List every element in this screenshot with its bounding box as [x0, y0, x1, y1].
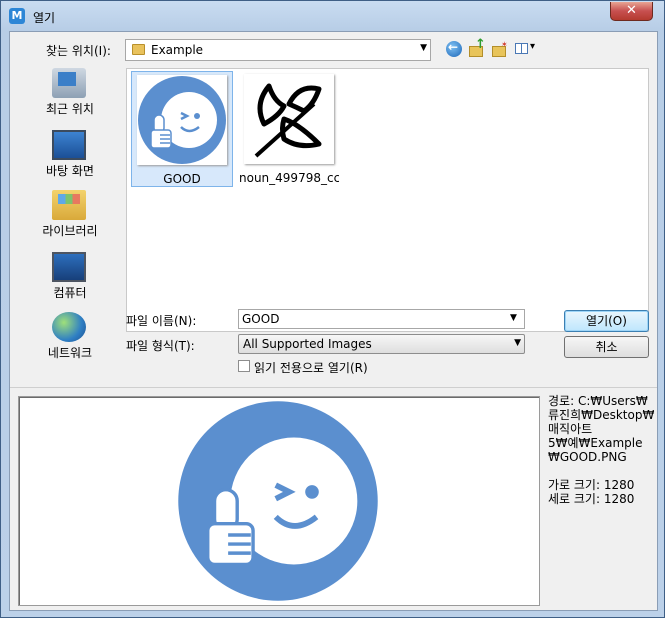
wink-thumbs-up-icon: [178, 401, 378, 601]
place-desktop[interactable]: 바탕 화면: [22, 130, 118, 188]
file-type-value: All Supported Images: [243, 337, 372, 351]
image-preview: [18, 396, 540, 606]
look-in-value: Example: [151, 43, 204, 57]
info-height: 세로 크기: 1280: [548, 492, 635, 506]
chevron-down-icon[interactable]: ▼: [510, 313, 517, 323]
chevron-down-icon: ▼: [420, 43, 427, 53]
folder-icon: [132, 44, 145, 55]
open-dialog-window: M 열기 ✕ 찾는 위치(I): Example ▼ 최근 위치 바탕 화면 라: [0, 0, 665, 618]
file-name: GOOD: [163, 172, 201, 186]
recent-places-icon: [52, 68, 86, 98]
info-path-line: 매직아트: [548, 422, 593, 436]
read-only-label[interactable]: 읽기 전용으로 열기(R): [254, 359, 368, 376]
place-label: 바탕 화면: [46, 164, 94, 178]
place-recent[interactable]: 최근 위치: [22, 68, 118, 126]
cancel-button[interactable]: 취소: [564, 336, 649, 358]
leaf-icon: [254, 83, 322, 158]
file-thumbnail: [137, 75, 227, 165]
close-button[interactable]: ✕: [610, 2, 653, 21]
app-icon: M: [9, 8, 25, 24]
back-icon[interactable]: [446, 40, 462, 57]
info-path-line: 류진희₩Desktop₩: [548, 408, 655, 422]
chevron-down-icon: ▼: [514, 338, 521, 348]
title-bar[interactable]: M 열기 ✕: [1, 1, 664, 31]
window-title: 열기: [33, 11, 56, 25]
place-label: 라이브러리: [42, 224, 98, 238]
info-path-line: 경로: C:₩Users₩: [548, 394, 648, 408]
place-library[interactable]: 라이브러리: [22, 190, 118, 248]
info-width: 가로 크기: 1280: [548, 478, 635, 492]
file-type-label: 파일 형식(T):: [126, 339, 195, 353]
file-type-select[interactable]: All Supported Images ▼: [238, 334, 525, 354]
up-folder-icon[interactable]: [468, 37, 486, 58]
place-label: 컴퓨터: [53, 286, 87, 300]
file-item-good[interactable]: GOOD: [131, 71, 233, 187]
new-folder-icon[interactable]: [491, 40, 509, 58]
file-item-noun[interactable]: noun_499798_cc: [239, 71, 341, 187]
read-only-checkbox[interactable]: [238, 360, 250, 372]
library-icon: [52, 190, 86, 220]
file-name: noun_499798_cc: [239, 171, 339, 185]
look-in-label: 찾는 위치(I):: [46, 44, 111, 58]
place-label: 네트워크: [47, 346, 93, 360]
network-icon: [52, 312, 86, 342]
info-path-line: 5₩예₩Example: [548, 436, 643, 450]
open-button[interactable]: 열기(O): [564, 310, 649, 332]
file-thumbnail: [244, 74, 334, 164]
file-list[interactable]: GOOD noun_499798_cc: [126, 68, 649, 332]
view-menu-icon[interactable]: [515, 40, 541, 58]
place-label: 최근 위치: [46, 102, 94, 116]
computer-icon: [52, 252, 86, 282]
divider: [10, 387, 657, 388]
dialog-client-area: 찾는 위치(I): Example ▼ 최근 위치 바탕 화면 라이브러리: [9, 31, 658, 611]
file-name-input[interactable]: [238, 309, 525, 329]
look-in-dropdown[interactable]: Example ▼: [125, 39, 431, 61]
image-info-panel: 경로: C:₩Users₩ 류진희₩Desktop₩ 매직아트 5₩예₩Exam…: [548, 394, 656, 506]
file-name-label: 파일 이름(N):: [126, 314, 197, 328]
place-network[interactable]: 네트워크: [22, 312, 118, 370]
places-bar: 최근 위치 바탕 화면 라이브러리 컴퓨터 네트워크: [22, 68, 118, 386]
wink-thumbs-up-icon: [138, 76, 226, 164]
desktop-icon: [52, 130, 86, 160]
place-computer[interactable]: 컴퓨터: [22, 252, 118, 310]
info-path-line: ₩GOOD.PNG: [548, 450, 627, 464]
